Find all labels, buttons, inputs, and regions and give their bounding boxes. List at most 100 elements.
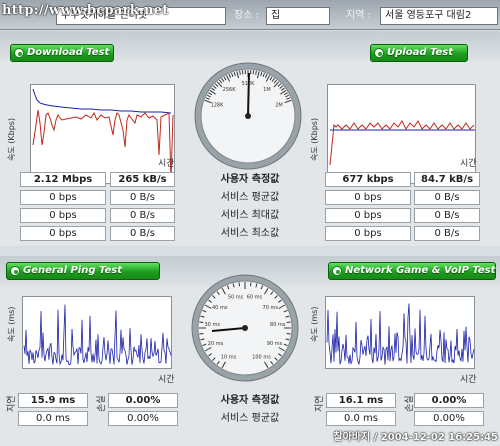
game-latency-label: 지연 bbox=[315, 395, 325, 412]
upload-speed-bytes: 84.7 kB/s bbox=[414, 172, 480, 187]
gauge-tick-label: 90 ms bbox=[267, 341, 283, 347]
gauge-tick-label: 20 ms bbox=[208, 341, 224, 347]
gauge-tick-label: 80 ms bbox=[270, 322, 286, 328]
upload-y-axis-label: 속도 (Kbps) bbox=[310, 117, 319, 161]
gauge-tick-label: 60 ms bbox=[247, 294, 263, 300]
download-avg-bytes: 0 B/s bbox=[110, 190, 175, 205]
service-avg-label: 서비스 평균값 bbox=[220, 413, 280, 424]
game-chart bbox=[326, 303, 475, 366]
download-max-bytes: 0 B/s bbox=[110, 208, 175, 223]
game-loss-avg: 0.00% bbox=[414, 411, 484, 426]
latency-panel: General Ping Test Network Game & VoIP Te… bbox=[0, 256, 500, 446]
game-latency-value: 16.1 ms bbox=[326, 393, 396, 408]
upload-min-bps: 0 bps bbox=[325, 226, 411, 241]
gauge-tick-label: 256K bbox=[223, 87, 237, 93]
watermark-text: http://www.bcpark.net bbox=[2, 3, 169, 18]
location-label: 장소 : bbox=[234, 10, 259, 21]
throughput-gauge: 128K 256K 512K 1M 2M bbox=[194, 62, 302, 170]
radio-dot-icon bbox=[10, 266, 20, 276]
service-min-label: 서비스 최소값 bbox=[220, 228, 280, 239]
download-max-bps: 0 bps bbox=[20, 208, 106, 223]
general-ping-test-label: General Ping Test bbox=[23, 265, 123, 276]
capture-timestamp: 찰아바지 / 2004-12-02 16:25:45 bbox=[333, 432, 498, 443]
service-max-label: 서비스 최대값 bbox=[220, 210, 280, 221]
ping-loss-label: 손실 bbox=[97, 395, 107, 412]
region-label: 지역 : bbox=[346, 10, 371, 21]
download-series-red bbox=[32, 109, 174, 181]
radio-dot-icon bbox=[14, 48, 24, 58]
location-field[interactable]: 집 bbox=[266, 7, 330, 25]
upload-avg-bps: 0 bps bbox=[325, 190, 411, 205]
gauge-tick-label: 70 ms bbox=[263, 305, 279, 311]
game-latency-avg: 0.0 ms bbox=[326, 411, 396, 426]
upload-test-label: Upload Test bbox=[387, 47, 454, 58]
download-avg-bps: 0 bps bbox=[20, 190, 106, 205]
ping-graph bbox=[22, 296, 172, 369]
upload-avg-bytes: 0 B/s bbox=[414, 190, 480, 205]
download-x-axis-label: 시간 bbox=[158, 159, 175, 169]
network-game-voip-test-label: Network Game & VoIP Test bbox=[345, 265, 496, 276]
download-min-bps: 0 bps bbox=[20, 226, 106, 241]
ping-latency-avg: 0.0 ms bbox=[18, 411, 88, 426]
download-y-axis-label: 속도 (Kbps) bbox=[7, 117, 16, 161]
gauge-tick-label: 512K bbox=[242, 81, 256, 87]
upload-speed-bps: 677 kbps bbox=[325, 172, 411, 187]
game-x-axis-label: 시간 bbox=[460, 375, 477, 385]
ping-y-axis-label: 속도 (ms) bbox=[7, 306, 16, 342]
game-y-axis-label: 속도 (ms) bbox=[310, 306, 319, 342]
gauge-tick bbox=[286, 332, 291, 335]
general-ping-test-button[interactable]: General Ping Test bbox=[6, 262, 160, 280]
service-avg-label: 서비스 평균값 bbox=[220, 192, 280, 203]
gauge-tick-label: 40 ms bbox=[212, 305, 228, 311]
download-test-button[interactable]: Download Test bbox=[10, 44, 114, 62]
ping-loss-value: 0.00% bbox=[108, 393, 178, 408]
ping-chart bbox=[23, 304, 172, 366]
download-speed-bytes: 265 kB/s bbox=[110, 172, 175, 187]
location-value: 집 bbox=[271, 10, 281, 21]
radio-dot-icon bbox=[332, 266, 342, 276]
latency-series bbox=[326, 303, 475, 366]
gauge-tick-label: 100 ms bbox=[252, 355, 271, 361]
gauge-tick bbox=[199, 332, 204, 335]
download-chart bbox=[32, 88, 174, 181]
upload-chart bbox=[329, 120, 475, 166]
radio-dot-icon bbox=[374, 48, 384, 58]
ping-loss-avg: 0.00% bbox=[108, 411, 178, 426]
gauge-tick-label: 1M bbox=[263, 87, 271, 93]
ping-latency-value: 15.9 ms bbox=[18, 393, 88, 408]
download-series-blue bbox=[32, 88, 172, 114]
download-min-bytes: 0 B/s bbox=[110, 226, 175, 241]
ping-x-axis-label: 시간 bbox=[158, 375, 175, 385]
download-speed-bps: 2.12 Mbps bbox=[20, 172, 106, 187]
gauge-needle bbox=[247, 72, 250, 117]
upload-x-axis-label: 시간 bbox=[460, 159, 477, 169]
region-value: 서울 영등포구 대림2 bbox=[385, 10, 472, 21]
upload-test-button[interactable]: Upload Test bbox=[370, 44, 468, 62]
gauge-tick-label: 128K bbox=[211, 103, 225, 109]
download-test-label: Download Test bbox=[27, 47, 110, 58]
upload-min-bytes: 0 B/s bbox=[414, 226, 480, 241]
ping-latency-label: 지연 bbox=[7, 395, 17, 412]
user-measured-label: 사용자 측정값 bbox=[220, 174, 280, 185]
gauge-tick bbox=[286, 321, 291, 324]
gauge-tick-label: 10 ms bbox=[221, 355, 237, 361]
gauge-tick bbox=[199, 321, 204, 324]
upload-graph bbox=[327, 84, 476, 184]
game-loss-value: 0.00% bbox=[414, 393, 484, 408]
download-graph bbox=[30, 84, 175, 184]
game-graph bbox=[325, 296, 475, 369]
user-measured-label: 사용자 측정값 bbox=[220, 395, 280, 406]
upload-max-bytes: 0 B/s bbox=[414, 208, 480, 223]
upload-series-red bbox=[329, 120, 475, 166]
gauge-tick-label: 2M bbox=[275, 103, 283, 109]
network-game-voip-test-button[interactable]: Network Game & VoIP Test bbox=[328, 262, 496, 280]
latency-gauge: 10 ms 20 ms 30 ms 40 ms50 ms 60 ms70 ms 80 ms… bbox=[191, 274, 299, 382]
throughput-panel: Download Test Upload Test 속도 (Kbps) 시간 속… bbox=[0, 31, 500, 246]
gauge-tick-label: 50 ms bbox=[228, 294, 244, 300]
latency-series bbox=[23, 304, 172, 366]
upload-max-bps: 0 bps bbox=[325, 208, 411, 223]
region-field[interactable]: 서울 영등포구 대림2 bbox=[380, 7, 498, 25]
gauge-tick bbox=[238, 282, 241, 287]
gauge-tick bbox=[249, 282, 252, 287]
gauge-tick-label: 30 ms bbox=[205, 322, 221, 328]
